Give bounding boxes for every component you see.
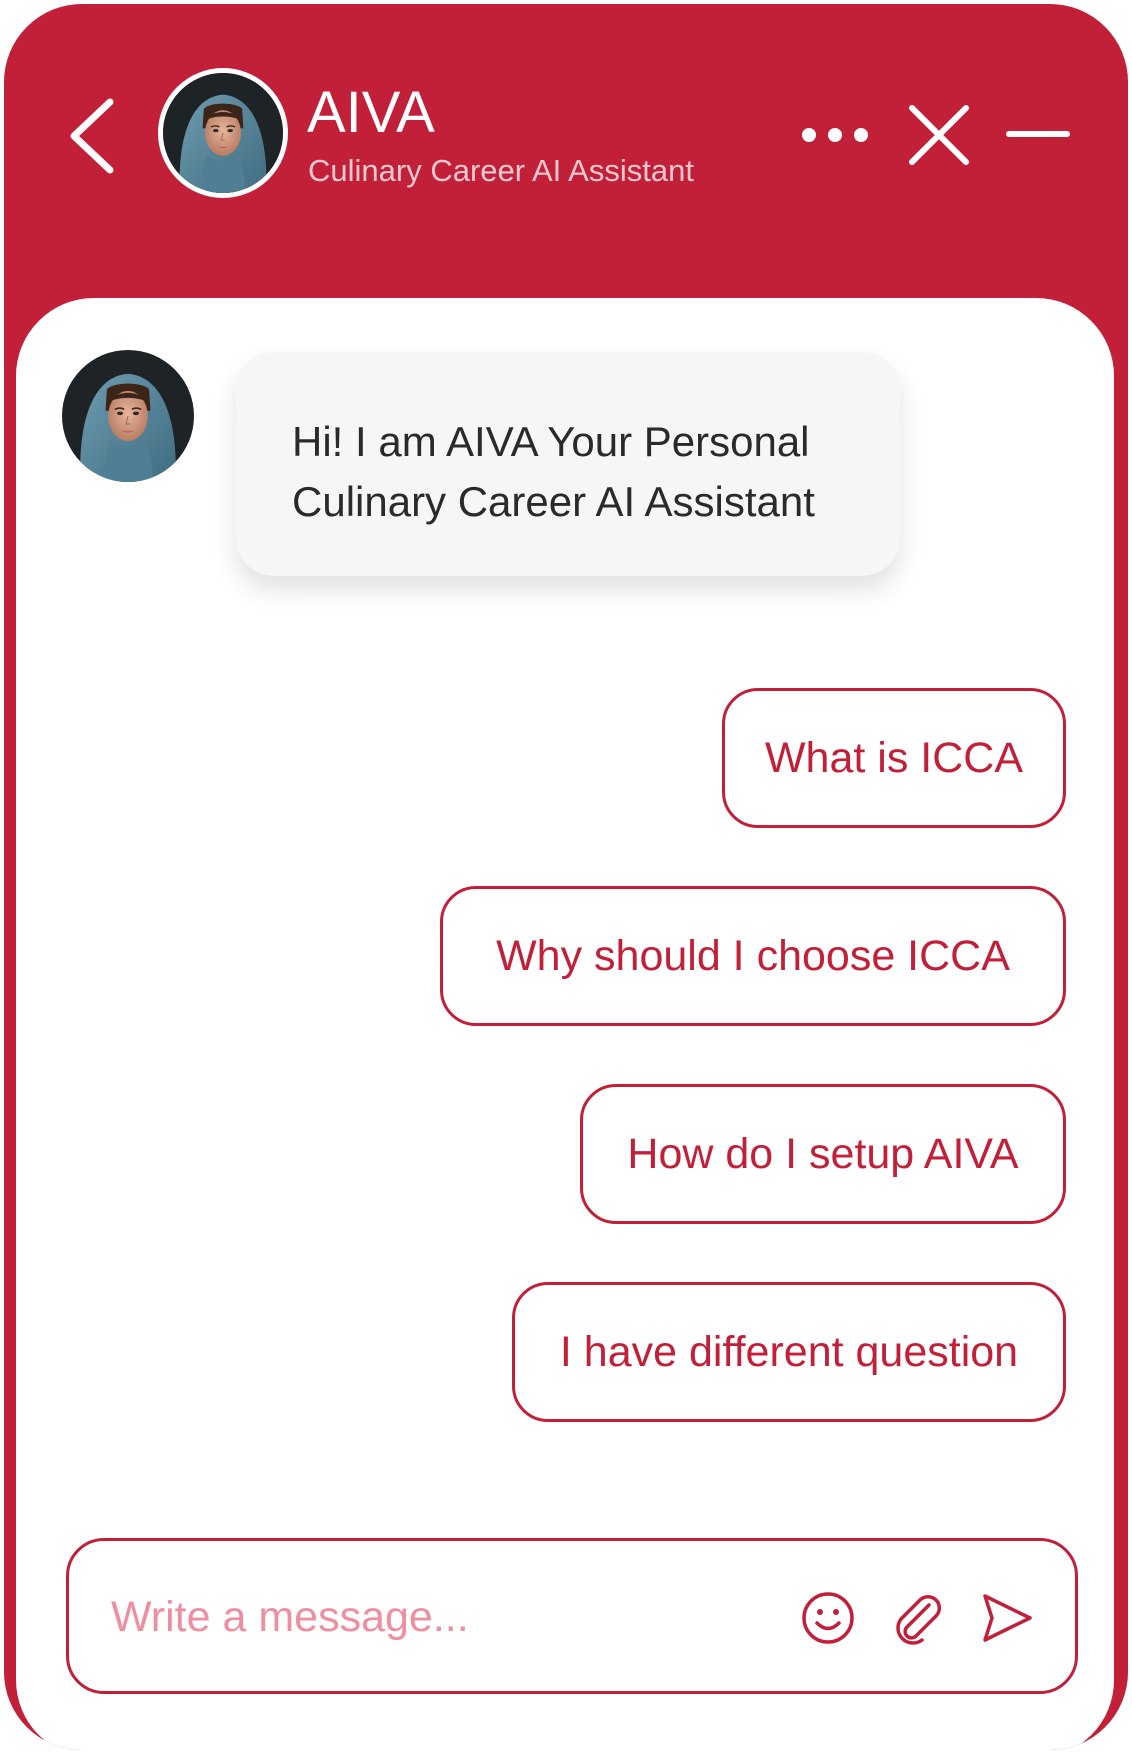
- quick-reply-why-choose-icca[interactable]: Why should I choose ICCA: [440, 886, 1066, 1026]
- emoji-button[interactable]: [799, 1589, 857, 1647]
- more-options-button[interactable]: [800, 118, 870, 152]
- back-button[interactable]: [66, 96, 128, 176]
- quick-reply-different-question[interactable]: I have different question: [512, 1282, 1066, 1422]
- bot-message-line-1: Hi! I am AIVA Your Personal: [292, 418, 810, 465]
- more-dots-icon: [802, 128, 868, 142]
- send-icon: [983, 1594, 1032, 1642]
- assistant-subtitle: Culinary Career AI Assistant: [308, 153, 694, 188]
- close-icon: [909, 105, 969, 165]
- bot-avatar: [62, 350, 194, 482]
- message-composer: [66, 1538, 1078, 1694]
- chat-panel: Hi! I am AIVA Your Personal Culinary Car…: [16, 298, 1114, 1750]
- message-input[interactable]: [109, 1569, 753, 1665]
- header-avatar: [158, 68, 288, 198]
- attach-button[interactable]: [889, 1589, 947, 1647]
- minimize-icon: [1006, 131, 1070, 137]
- bot-message-line-2: Culinary Career AI Assistant: [292, 478, 815, 525]
- close-button[interactable]: [908, 104, 970, 166]
- chevron-left-icon: [70, 98, 114, 174]
- quick-reply-setup-aiva[interactable]: How do I setup AIVA: [580, 1084, 1066, 1224]
- paperclip-icon: [896, 1594, 942, 1645]
- minimize-button[interactable]: [1006, 114, 1070, 154]
- send-button[interactable]: [977, 1589, 1035, 1647]
- quick-reply-what-is-icca[interactable]: What is ICCA: [722, 688, 1066, 828]
- chat-window: AIVA Culinary Career AI Assistant Hi! I …: [4, 4, 1128, 1750]
- emoji-smile-icon: [802, 1592, 854, 1644]
- avatar-photo: [163, 73, 283, 193]
- bot-message-bubble: Hi! I am AIVA Your Personal Culinary Car…: [236, 352, 900, 576]
- assistant-name: AIVA: [307, 80, 435, 145]
- avatar-photo: [62, 350, 194, 482]
